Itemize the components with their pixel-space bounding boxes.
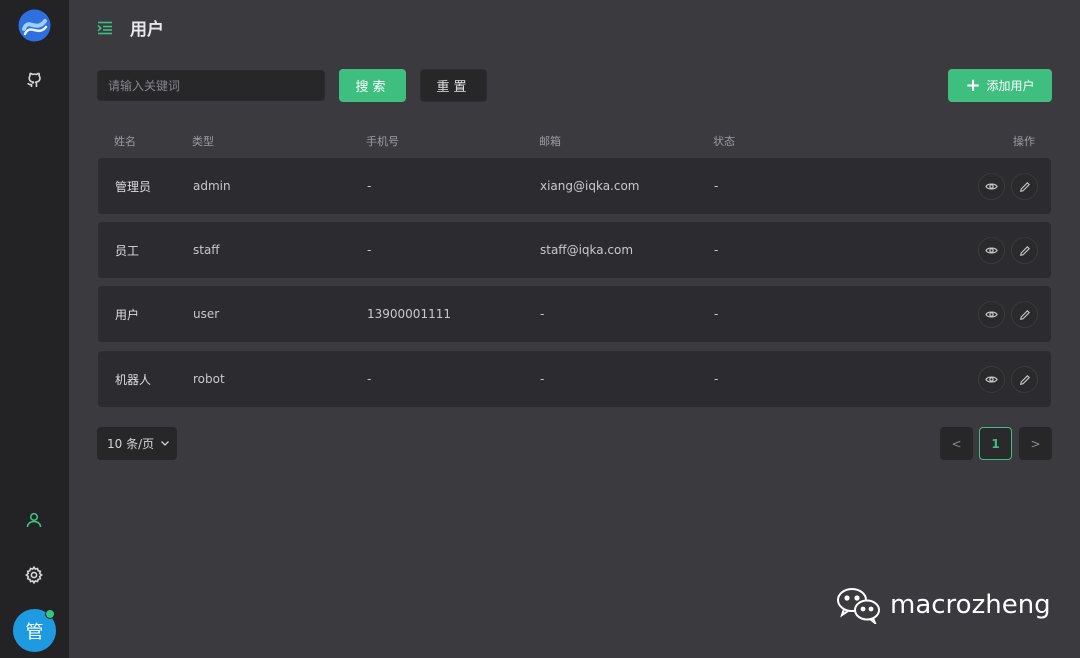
app-logo[interactable] (18, 9, 51, 42)
eye-icon (985, 376, 998, 383)
table-row: 员工 staff - staff@iqka.com - (98, 222, 1051, 278)
view-button[interactable] (978, 366, 1005, 393)
eye-icon (985, 311, 998, 318)
cell-type: staff (193, 243, 220, 257)
eye-icon (985, 247, 998, 254)
avatar-text: 管 (25, 621, 44, 643)
page-number-button[interactable]: 1 (979, 427, 1012, 460)
search-input[interactable] (97, 70, 325, 101)
column-header-status: 状态 (713, 135, 735, 148)
column-header-name: 姓名 (114, 135, 136, 148)
cell-phone: 13900001111 (367, 307, 451, 321)
next-page-button[interactable]: > (1019, 427, 1052, 460)
cell-type: user (193, 307, 220, 321)
page-number: 1 (991, 436, 1000, 451)
github-icon[interactable] (22, 68, 46, 92)
chevron-left-icon: < (951, 436, 962, 451)
column-header-email: 邮箱 (539, 135, 561, 148)
cell-email: staff@iqka.com (540, 243, 634, 257)
pencil-icon (1019, 245, 1030, 256)
watermark: macrozheng (836, 586, 1051, 624)
cell-phone: - (367, 372, 372, 386)
column-header-type: 类型 (192, 135, 214, 148)
table-row: 机器人 robot - - - (98, 351, 1051, 407)
wechat-icon (837, 588, 880, 624)
table-row: 管理员 admin - xiang@iqka.com - (98, 158, 1051, 214)
cell-type: admin (193, 179, 231, 193)
cell-status: - (714, 307, 719, 321)
view-button[interactable] (978, 173, 1005, 200)
page-size-label: 10 条/页 (107, 437, 155, 451)
cell-type: robot (193, 372, 225, 386)
prev-page-button[interactable]: < (940, 427, 973, 460)
cell-phone: - (367, 243, 372, 257)
cell-name: 用户 (115, 307, 140, 322)
cell-status: - (714, 179, 719, 193)
user-icon[interactable] (22, 508, 46, 532)
sidebar: 管 (0, 0, 69, 658)
eye-icon (985, 183, 998, 190)
online-status-dot (45, 609, 55, 619)
search-button[interactable]: 搜索 (339, 69, 406, 102)
cell-status: - (714, 372, 719, 386)
cell-email: - (540, 307, 545, 321)
cell-status: - (714, 243, 719, 257)
pencil-icon (1019, 181, 1030, 192)
pencil-icon (1019, 374, 1030, 385)
edit-button[interactable] (1011, 173, 1038, 200)
edit-button[interactable] (1011, 301, 1038, 328)
column-header-phone: 手机号 (366, 135, 399, 148)
reset-button[interactable]: 重置 (420, 69, 487, 102)
column-header-actions: 操作 (1013, 135, 1035, 148)
menu-toggle-icon[interactable] (97, 20, 113, 35)
watermark-text: macrozheng (890, 590, 1051, 620)
view-button[interactable] (978, 237, 1005, 264)
edit-button[interactable] (1011, 237, 1038, 264)
page-header: 用户 (97, 14, 164, 40)
cell-name: 员工 (115, 243, 140, 258)
page-size-select[interactable]: 10 条/页 (97, 427, 177, 460)
settings-gear-icon[interactable] (22, 563, 46, 587)
cell-name: 管理员 (115, 179, 152, 194)
table-row: 用户 user 13900001111 - - (98, 286, 1051, 342)
page-title: 用户 (130, 19, 164, 40)
add-user-label: 添加用户 (986, 79, 1035, 93)
add-user-button[interactable]: + 添加用户 (948, 69, 1052, 102)
view-button[interactable] (978, 301, 1005, 328)
chevron-down-icon (160, 437, 170, 451)
pencil-icon (1019, 309, 1030, 320)
chevron-right-icon: > (1030, 436, 1041, 451)
cell-email: - (540, 372, 545, 386)
cell-name: 机器人 (115, 372, 152, 387)
cell-email: xiang@iqka.com (540, 179, 640, 193)
edit-button[interactable] (1011, 366, 1038, 393)
plus-icon: + (965, 74, 981, 96)
cell-phone: - (367, 179, 372, 193)
